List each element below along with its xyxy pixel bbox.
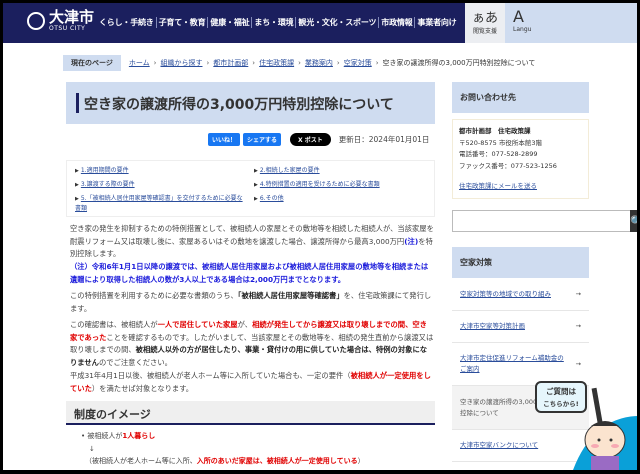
breadcrumb-current: 空き家の譲渡所得の3,000万円特別控除について: [382, 59, 536, 67]
search-button[interactable]: 🔍: [630, 210, 637, 232]
nav-item[interactable]: 観光・文化・スポーツ: [295, 17, 378, 28]
arrow-right-icon: →: [575, 359, 581, 368]
contact-tel: 電話番号：077-528-2899: [459, 150, 538, 158]
contact-box: 都市計画部 住宅政策課 〒520-8575 市役所本館3階 電話番号：077-5…: [452, 119, 589, 199]
bubble-line: こちらから!: [543, 400, 579, 408]
flow-arrow: ↓: [89, 444, 95, 453]
facebook-share-button[interactable]: シェアする: [243, 133, 282, 146]
city-emblem-icon: [27, 11, 45, 30]
breadcrumb-separator: ›: [153, 59, 157, 67]
sidebar-link-item[interactable]: 大津市空家等対策計画 →: [452, 311, 589, 343]
mascot-speech-bubble: ご質問は こちらから!: [535, 381, 587, 413]
sidebar-link[interactable]: 大津市定住促進リフォーム補助金のご案内: [460, 353, 565, 375]
breadcrumb-link[interactable]: 住宅政策課: [259, 58, 294, 68]
breadcrumb: 現在のページ ホーム › 組織から探す › 都市計画部 › 住宅政策課 › 業務案内 › …: [63, 55, 535, 71]
note-paragraph: （注）令和6年1月1日以降の譲渡では、被相続人居住用家屋および被相続人居住用家屋…: [70, 262, 429, 284]
toc-link[interactable]: 3.譲渡する際の要件: [75, 180, 245, 190]
certificate-paragraph: この特例措置を利用するために必要な書類のうち、「被相続人居住用家屋等確認書」を、…: [70, 291, 432, 313]
table-of-contents: 1.適用期間の要件 2.相続した家屋の要件 3.譲渡する際の要件 4.特例措置の…: [66, 160, 435, 217]
toc-link[interactable]: 2.相続した家屋の要件: [254, 166, 424, 176]
share-bar: いいね！ シェアする X ポスト 更新日：2024年01月01日: [208, 133, 429, 146]
condition-paragraph: この確認書は、被相続人が一人で居住していた家屋が、相続が発生してから譲渡又は取り…: [70, 320, 434, 367]
toc-link[interactable]: 4.特例措置の適用を受けるために必要な書類: [254, 180, 434, 190]
search-icon: 🔍: [630, 215, 637, 228]
akiya-heading: 空家対策: [452, 247, 589, 278]
breadcrumb-separator: ›: [375, 59, 379, 67]
flow-item: （被相続人が老人ホーム等に入所、入所のあいだ家屋は、被相続人が一定使用している）: [85, 457, 365, 465]
toc-link[interactable]: 5.「被相続人居住用家屋等確認書」を交付するために必要な書類: [75, 194, 245, 213]
site-header: 大津市 OTSU CITY くらし・手続き 子育て・教育 健康・福祉 まち・環境 …: [3, 3, 637, 43]
arrow-right-icon: →: [575, 322, 581, 330]
contact-address: 〒520-8575 市役所本館3階: [459, 138, 542, 147]
language-button[interactable]: A Langu: [505, 3, 637, 43]
note-link[interactable]: (注): [404, 237, 418, 246]
site-logo[interactable]: 大津市 OTSU CITY: [27, 9, 94, 32]
search-input[interactable]: [452, 210, 630, 232]
flow-item: • 被相続人が1人暮らし: [81, 432, 156, 440]
nav-item[interactable]: 市政情報: [378, 17, 414, 28]
city-name: 大津市: [49, 8, 95, 26]
toc-link[interactable]: 1.適用期間の要件: [75, 166, 245, 176]
chat-mascot-button[interactable]: ご質問は こちらから!: [533, 378, 637, 470]
global-nav: くらし・手続き 子育て・教育 健康・福祉 まち・環境 観光・文化・スポーツ 市政…: [97, 17, 458, 28]
nursing-home-paragraph: 平成31年4月1日以後、被相続人が老人ホーム等に入所していた場合も、一定の要件（…: [70, 371, 431, 393]
facebook-like-button[interactable]: いいね！: [208, 133, 241, 146]
breadcrumb-link[interactable]: ホーム: [129, 58, 150, 68]
breadcrumb-separator: ›: [336, 59, 340, 67]
language-icon: A: [513, 7, 524, 26]
bubble-line: ご質問は: [546, 387, 576, 396]
sidebar-link[interactable]: 大津市空家等対策計画: [460, 321, 565, 332]
nav-item[interactable]: くらし・手続き: [97, 17, 156, 28]
breadcrumb-link[interactable]: 都市計画部: [213, 58, 248, 68]
breadcrumb-separator: ›: [298, 59, 301, 67]
breadcrumb-separator: ›: [206, 59, 210, 67]
contact-fax: ファックス番号：077-523-1256: [459, 161, 557, 170]
sidebar-link-item[interactable]: 空家対策等の地域での取り組み →: [452, 278, 589, 311]
breadcrumb-link[interactable]: 空家対策: [344, 58, 372, 68]
breadcrumb-link[interactable]: 業務案内: [305, 58, 333, 68]
site-search: 🔍: [452, 210, 637, 232]
contact-dept: 都市計画部 住宅政策課: [459, 127, 531, 135]
nav-item[interactable]: 事業者向け: [414, 17, 458, 28]
nav-item[interactable]: 子育て・教育: [155, 17, 208, 28]
nav-item[interactable]: まち・環境: [251, 17, 295, 28]
arrow-right-icon: →: [575, 289, 581, 298]
city-name-en: OTSU CITY: [49, 25, 86, 32]
x-post-button[interactable]: X ポスト: [290, 133, 331, 146]
toc-link[interactable]: 6.その他: [254, 194, 424, 204]
intro-paragraph: 空き家の発生を抑制するための特例措置として、被相続人の家屋とその敷地等を相続した…: [70, 224, 434, 258]
nav-item[interactable]: 健康・福祉: [207, 17, 251, 28]
sidebar-link[interactable]: 空家対策等の地域での取り組み: [460, 289, 565, 300]
accessibility-button[interactable]: ぁあ 閲覧支援: [465, 3, 505, 43]
page-title: 空き家の譲渡所得の3,000万円特別控除について: [66, 82, 435, 124]
updated-date: 更新日：2024年01月01日: [338, 135, 430, 144]
breadcrumb-label: 現在のページ: [63, 55, 121, 71]
contact-mail-link[interactable]: 住宅政策課にメールを送る: [459, 181, 582, 193]
breadcrumb-link[interactable]: 組織から探す: [160, 58, 202, 68]
page: 大津市 OTSU CITY くらし・手続き 子育て・教育 健康・福祉 まち・環境 …: [3, 3, 637, 470]
accessibility-label: 閲覧支援: [472, 28, 497, 35]
section-heading: 制度のイメージ: [66, 401, 435, 425]
contact-heading: お問い合わせ先: [452, 82, 589, 113]
font-size-icon: ぁあ: [471, 11, 498, 26]
language-label: Langu: [513, 26, 532, 33]
flow-list: • 被相続人が1人暮らし ↓ （被相続人が老人ホーム等に入所、入所のあいだ家屋は…: [81, 430, 445, 468]
breadcrumb-separator: ›: [252, 59, 256, 67]
